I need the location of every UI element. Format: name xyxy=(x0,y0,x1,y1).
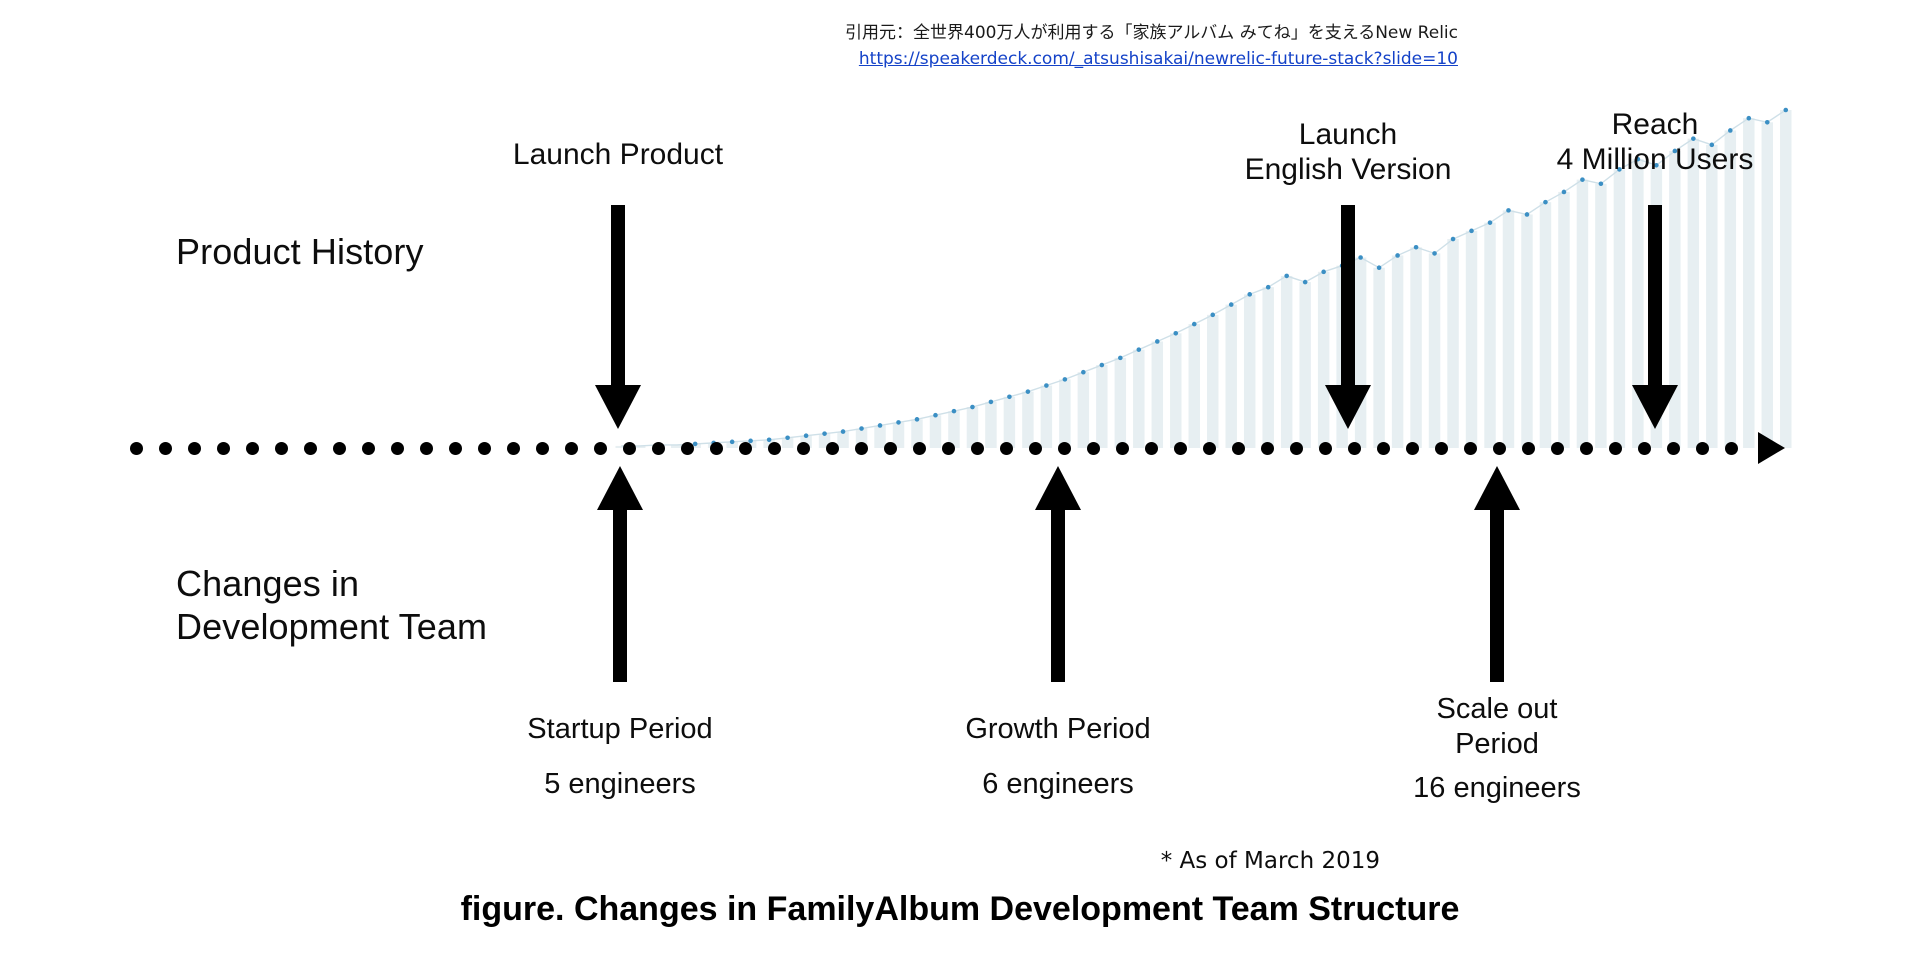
timeline-dot xyxy=(1000,442,1013,455)
timeline-dot xyxy=(942,442,955,455)
timeline-dot xyxy=(217,442,230,455)
diagram-canvas: 引用元：全世界400万人が利用する「家族アルバム みてね」を支えるNew Rel… xyxy=(0,0,1920,968)
timeline-dot xyxy=(565,442,578,455)
timeline-dot xyxy=(1087,442,1100,455)
section-label-development-team: Changes in Development Team xyxy=(176,563,488,648)
timeline-dot xyxy=(681,442,694,455)
arrow-shaft xyxy=(613,510,627,682)
timeline-dot xyxy=(1493,442,1506,455)
timeline-dot xyxy=(420,442,433,455)
timeline-dot xyxy=(594,442,607,455)
timeline-dot xyxy=(1290,442,1303,455)
arrow-head-down-icon xyxy=(595,385,641,429)
timeline-dot xyxy=(623,442,636,455)
timeline-dot xyxy=(159,442,172,455)
timeline-dot xyxy=(246,442,259,455)
arrow-head-up-icon xyxy=(597,466,643,510)
timeline-dot xyxy=(797,442,810,455)
arrow-shaft xyxy=(611,205,625,385)
section-label-product-history: Product History xyxy=(176,231,424,272)
arrow-head-down-icon xyxy=(1632,385,1678,429)
timeline-dot xyxy=(1464,442,1477,455)
milestone-label: Reach 4 Million Users xyxy=(1556,108,1754,176)
milestone-label: Launch Product xyxy=(512,138,724,171)
timeline-dot xyxy=(1029,442,1042,455)
timeline-dot xyxy=(449,442,462,455)
timeline-dot xyxy=(536,442,549,455)
timeline-dot xyxy=(1348,442,1361,455)
timeline-dot xyxy=(1667,442,1680,455)
timeline-dot xyxy=(652,442,665,455)
timeline-dot xyxy=(1638,442,1651,455)
timeline-dot xyxy=(1319,442,1332,455)
timeline-dot xyxy=(1116,442,1129,455)
phase-label: Growth Period xyxy=(965,713,1151,745)
timeline-dot xyxy=(1145,442,1158,455)
figure-caption: figure. Changes in FamilyAlbum Developme… xyxy=(460,890,1460,928)
arrow-shaft xyxy=(1051,510,1065,682)
timeline-dot xyxy=(1580,442,1593,455)
timeline-dot xyxy=(304,442,317,455)
footnote-text: * As of March 2019 xyxy=(1160,848,1380,874)
timeline-dot xyxy=(275,442,288,455)
timeline-dot xyxy=(1406,442,1419,455)
phase-engineer-count: 5 engineers xyxy=(544,768,696,800)
timeline-dot xyxy=(1174,442,1187,455)
timeline-dot xyxy=(1551,442,1564,455)
timeline-dot xyxy=(188,442,201,455)
timeline-dot xyxy=(1435,442,1448,455)
timeline-dot xyxy=(1203,442,1216,455)
arrow-shaft xyxy=(1648,205,1662,385)
timeline-dot xyxy=(826,442,839,455)
timeline-dot xyxy=(1522,442,1535,455)
timeline-dot xyxy=(333,442,346,455)
timeline-dot xyxy=(130,442,143,455)
timeline-dot xyxy=(710,442,723,455)
phase-label: Startup Period xyxy=(527,713,713,745)
arrow-shaft xyxy=(1341,205,1355,385)
timeline-dot xyxy=(1377,442,1390,455)
timeline-dot xyxy=(1609,442,1622,455)
timeline-dot xyxy=(1058,442,1071,455)
phase-label: Scale out Period xyxy=(1436,693,1558,760)
timeline-dot xyxy=(478,442,491,455)
timeline-dot xyxy=(971,442,984,455)
timeline-dot xyxy=(362,442,375,455)
timeline-end-arrow-icon xyxy=(1758,432,1785,464)
timeline-dot xyxy=(1232,442,1245,455)
timeline-dot xyxy=(739,442,752,455)
arrow-head-up-icon xyxy=(1474,466,1520,510)
arrow-head-up-icon xyxy=(1035,466,1081,510)
timeline-dot xyxy=(391,442,404,455)
arrow-head-down-icon xyxy=(1325,385,1371,429)
timeline-dot xyxy=(913,442,926,455)
timeline-dot xyxy=(768,442,781,455)
timeline-dot xyxy=(884,442,897,455)
timeline-dot xyxy=(507,442,520,455)
timeline-dot xyxy=(1261,442,1274,455)
timeline-dot xyxy=(1725,442,1738,455)
phase-engineer-count: 16 engineers xyxy=(1413,772,1581,804)
timeline-dot xyxy=(855,442,868,455)
arrow-shaft xyxy=(1490,510,1504,682)
phase-engineer-count: 6 engineers xyxy=(982,768,1134,800)
timeline-dot xyxy=(1696,442,1709,455)
milestone-label: Launch English Version xyxy=(1244,118,1452,186)
